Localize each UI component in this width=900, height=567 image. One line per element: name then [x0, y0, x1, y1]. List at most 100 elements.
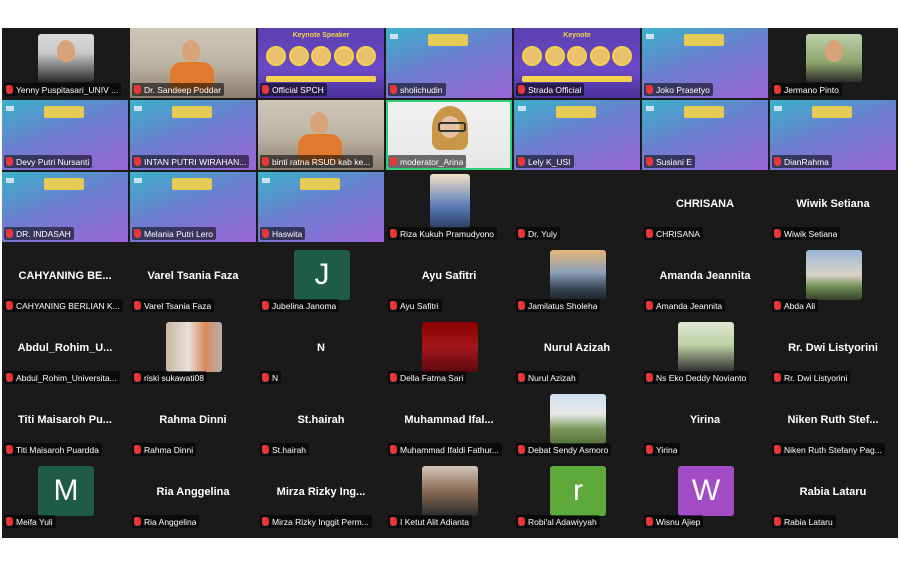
speaker-portraits	[522, 46, 632, 66]
mic-muted-icon	[390, 301, 397, 310]
participant-tile-wisnu-ajiep[interactable]: W Wisnu Ajiep	[642, 460, 768, 530]
participant-tile-ns-eko-deddy-novianto[interactable]: Ns Eko Deddy Novianto	[642, 316, 768, 386]
participant-tile-jermano-pinto[interactable]: Jermano Pinto	[770, 28, 896, 98]
mic-muted-icon	[774, 301, 781, 310]
participant-tile-joko-prasetyo[interactable]: Joko Prasetyo	[642, 28, 768, 98]
participant-tile-dr-yuly[interactable]: Dr. Yuly	[514, 172, 640, 242]
participant-name-bar: Ns Eko Deddy Novianto	[644, 371, 750, 384]
poster-heading: Keynote Speaker	[292, 32, 350, 39]
participant-tile-cahyaning-berlian-k[interactable]: CAHYANING BE... CAHYANING BERLIAN K...	[2, 244, 128, 314]
mic-muted-icon	[646, 301, 653, 310]
participant-name-bar: binti ratna RSUD kab ke...	[260, 155, 374, 168]
participant-tile-meifa-yuli[interactable]: M Meifa Yuli	[2, 460, 128, 530]
participant-tile-dr-indasah[interactable]: DR. INDASAH	[2, 172, 128, 242]
participant-name-bar: Mirza Rizky Inggit Perm...	[260, 515, 372, 528]
participant-tile-riski-sukawati08[interactable]: riski sukawati08	[130, 316, 256, 386]
participant-name: Wiwik Setiana	[784, 228, 838, 239]
participant-tile-robi-al-adawiyyah[interactable]: r Robi'al Adawiyyah	[514, 460, 640, 530]
participant-name: Strada Official	[528, 84, 582, 95]
participant-name-bar: I Ketut Alit Adianta	[388, 515, 472, 528]
participant-tile-muhammad-ifaldi-fathur[interactable]: Muhammad Ifal... Muhammad Ifaldi Fathur..…	[386, 388, 512, 458]
participant-tile-haswita[interactable]: Haswita	[258, 172, 384, 242]
mic-muted-icon	[6, 517, 13, 526]
participant-display-name: N	[317, 342, 325, 354]
participant-tile-i-ketut-alit-adianta[interactable]: I Ketut Alit Adianta	[386, 460, 512, 530]
participant-tile-mirza-rizky-inggit-perm[interactable]: Mirza Rizky Ing... Mirza Rizky Inggit Per…	[258, 460, 384, 530]
page-bottom-margin	[0, 538, 900, 567]
participant-tile-devy-putri-nursanti[interactable]: Devy Putri Nursanti	[2, 100, 128, 170]
participant-tile-rahma-dinni[interactable]: Rahma Dinni Rahma Dinni	[130, 388, 256, 458]
participant-tile-official-spch[interactable]: Keynote Speaker Official SPCH	[258, 28, 384, 98]
participant-name: Ria Anggelina	[144, 516, 197, 527]
participant-tile-intan-putri-wirahan[interactable]: INTAN PUTRI WIRAHAN...	[130, 100, 256, 170]
participant-tile-dr-sandeep-poddar[interactable]: Dr. Sandeep Poddar	[130, 28, 256, 98]
participant-name-bar: Ayu Safitri	[388, 299, 442, 312]
participant-tile-binti-ratna-rsud-kab-ke[interactable]: binti ratna RSUD kab ke...	[258, 100, 384, 170]
participant-tile-moderator-arina[interactable]: moderator_Arina	[386, 100, 512, 170]
participant-name-bar: riski sukawati08	[132, 371, 207, 384]
participant-tile-dianrahma[interactable]: DianRahma	[770, 100, 896, 170]
participant-name: DR. INDASAH	[16, 228, 71, 239]
mic-muted-icon	[134, 85, 141, 94]
participant-name: Dr. Sandeep Poddar	[144, 84, 222, 95]
participant-tile-rabia-lataru[interactable]: Rabia Lataru Rabia Lataru	[770, 460, 896, 530]
participant-tile-della-fatma-sari[interactable]: Della Fatma Sari	[386, 316, 512, 386]
participant-tile-jubelina-janoma[interactable]: J Jubelina Janoma	[258, 244, 384, 314]
avatar-initial: r	[550, 466, 606, 516]
participant-tile-yirina[interactable]: Yirina Yirina	[642, 388, 768, 458]
participant-tile-st-hairah[interactable]: St.hairah St.hairah	[258, 388, 384, 458]
participant-name: Lely K_USI	[528, 156, 571, 167]
participant-name-bar: INTAN PUTRI WIRAHAN...	[132, 155, 250, 168]
participant-name: Mirza Rizky Inggit Perm...	[272, 516, 369, 527]
participant-tile-abdul-rohim-universita[interactable]: Abdul_Rohim_U... Abdul_Rohim_Universita..…	[2, 316, 128, 386]
participant-tile-n[interactable]: NN	[258, 316, 384, 386]
participant-name: binti ratna RSUD kab ke...	[272, 156, 371, 167]
participant-tile-abda-ali[interactable]: Abda Ali	[770, 244, 896, 314]
participant-tile-niken-ruth-stefany-pag[interactable]: Niken Ruth Stef... Niken Ruth Stefany Pag…	[770, 388, 896, 458]
participant-tile-jamilatus-sholeha[interactable]: Jamilatus Sholeha	[514, 244, 640, 314]
participant-name: Abdul_Rohim_Universita...	[16, 372, 117, 383]
participant-tile-sholichudin[interactable]: sholichudin	[386, 28, 512, 98]
participant-tile-riza-kukuh-pramudyono[interactable]: Riza Kukuh Pramudyono	[386, 172, 512, 242]
mic-muted-icon	[518, 445, 525, 454]
participant-tile-nurul-azizah[interactable]: Nurul Azizah Nurul Azizah	[514, 316, 640, 386]
participant-name-bar: Joko Prasetyo	[644, 83, 713, 96]
participant-tile-debat-sendy-asmoro[interactable]: Debat Sendy Asmoro	[514, 388, 640, 458]
participant-tile-ayu-safitri[interactable]: Ayu Safitri Ayu Safitri	[386, 244, 512, 314]
mic-muted-icon	[518, 373, 525, 382]
participant-name: I Ketut Alit Adianta	[400, 516, 469, 527]
participant-name-bar: Devy Putri Nursanti	[4, 155, 93, 168]
participant-name: Debat Sendy Asmoro	[528, 444, 609, 455]
mic-muted-icon	[6, 445, 13, 454]
participant-name: Haswita	[272, 228, 303, 239]
participant-tile-rr-dwi-listyorini[interactable]: Rr. Dwi Listyorini Rr. Dwi Listyorini	[770, 316, 896, 386]
participant-name-bar: Abda Ali	[772, 299, 819, 312]
participant-tile-amanda-jeannita[interactable]: Amanda Jeannita Amanda Jeannita	[642, 244, 768, 314]
participant-tile-susiani-e[interactable]: Susiani E	[642, 100, 768, 170]
participant-name-bar: Susiani E	[644, 155, 695, 168]
participant-name-bar: N	[260, 371, 282, 384]
participant-tile-yenny-puspitasari-univ[interactable]: Yenny Puspitasari_UNIV ...	[2, 28, 128, 98]
mic-muted-icon	[774, 85, 781, 94]
participant-name-bar: Haswita	[260, 227, 306, 240]
mic-muted-icon	[390, 517, 397, 526]
participant-tile-titi-maisaroh-puardda[interactable]: Titi Maisaroh Pu... Titi Maisaroh Puardda	[2, 388, 128, 458]
avatar-initial: J	[294, 250, 350, 300]
participant-name: Robi'al Adawiyyah	[528, 516, 597, 527]
mic-muted-icon	[646, 517, 653, 526]
participant-tile-lely-k-usi[interactable]: Lely K_USI	[514, 100, 640, 170]
participant-name-bar: Yirina	[644, 443, 681, 456]
mic-muted-icon	[518, 301, 525, 310]
participant-tile-ria-anggelina[interactable]: Ria Anggelina Ria Anggelina	[130, 460, 256, 530]
poster-banner	[522, 76, 632, 82]
participant-tile-wiwik-setiana[interactable]: Wiwik Setiana Wiwik Setiana	[770, 172, 896, 242]
participant-name: riski sukawati08	[144, 372, 204, 383]
participant-name-bar: Dr. Sandeep Poddar	[132, 83, 225, 96]
participant-tile-varel-tsania-faza[interactable]: Varel Tsania Faza Varel Tsania Faza	[130, 244, 256, 314]
mic-muted-icon	[774, 445, 781, 454]
participant-tile-melania-putri-lero[interactable]: Melania Putri Lero	[130, 172, 256, 242]
participant-name-bar: CHRISANA	[644, 227, 703, 240]
participant-tile-strada-official[interactable]: Keynote Strada Official	[514, 28, 640, 98]
participant-tile-chrisana[interactable]: CHRISANA CHRISANA	[642, 172, 768, 242]
participant-name: Abda Ali	[784, 300, 816, 311]
